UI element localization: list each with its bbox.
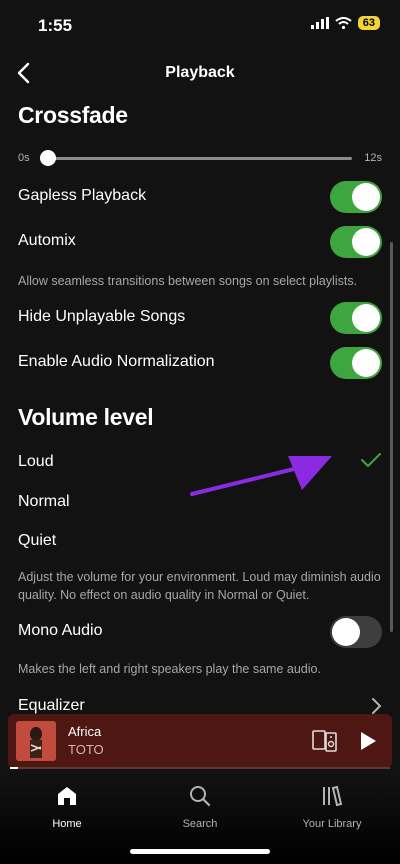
slider-max-label: 12s bbox=[364, 152, 382, 164]
toggle-knob bbox=[352, 183, 380, 211]
volume-option-label: Loud bbox=[18, 453, 54, 470]
toggle-knob bbox=[352, 304, 380, 332]
hide-unplayable-label: Hide Unplayable Songs bbox=[18, 308, 186, 325]
audio-normalization-label: Enable Audio Normalization bbox=[18, 353, 215, 370]
tab-label: Your Library bbox=[302, 818, 362, 830]
page-title: Playback bbox=[165, 64, 235, 81]
crossfade-slider: 0s 12s bbox=[18, 148, 382, 168]
devices-icon[interactable] bbox=[312, 729, 338, 753]
hide-unplayable-row: Hide Unplayable Songs bbox=[18, 302, 382, 334]
album-art bbox=[16, 721, 56, 761]
mono-audio-row: Mono Audio bbox=[18, 616, 382, 648]
status-icons: 63 bbox=[310, 16, 380, 30]
crossfade-heading: Crossfade bbox=[18, 102, 128, 128]
chevron-right-icon bbox=[372, 698, 382, 714]
tab-search[interactable]: Search bbox=[145, 784, 255, 832]
play-icon[interactable] bbox=[358, 730, 378, 752]
volume-option-label: Quiet bbox=[18, 532, 57, 549]
audio-normalization-toggle[interactable] bbox=[330, 347, 382, 379]
battery-icon: 63 bbox=[357, 16, 380, 30]
playback-progress-bar[interactable] bbox=[10, 767, 390, 769]
tab-your-library[interactable]: Your Library bbox=[277, 784, 387, 832]
tab-home[interactable]: Home bbox=[12, 784, 122, 832]
volume-description: Adjust the volume for your environment. … bbox=[18, 570, 381, 602]
signal-icon bbox=[310, 17, 329, 29]
equalizer-row[interactable]: Equalizer bbox=[18, 691, 382, 714]
mono-audio-toggle[interactable] bbox=[330, 616, 382, 648]
toggle-knob bbox=[352, 228, 380, 256]
volume-level-heading: Volume level bbox=[18, 404, 154, 430]
mini-player[interactable]: Africa TOTO bbox=[8, 714, 392, 768]
mono-audio-description: Makes the left and right speakers play t… bbox=[18, 662, 321, 676]
track-title: Africa bbox=[68, 724, 102, 739]
slider-min-label: 0s bbox=[18, 152, 30, 164]
automix-label: Automix bbox=[18, 232, 76, 249]
search-icon bbox=[190, 786, 211, 807]
gapless-playback-label: Gapless Playback bbox=[18, 187, 147, 204]
automix-row: Automix bbox=[18, 226, 382, 258]
tab-label: Search bbox=[182, 818, 218, 830]
gapless-playback-toggle[interactable] bbox=[330, 181, 382, 213]
home-icon bbox=[58, 787, 76, 805]
playback-progress-fill bbox=[10, 767, 18, 769]
nav-header: Playback bbox=[0, 50, 400, 96]
home-indicator bbox=[130, 849, 270, 854]
volume-option-quiet[interactable]: Quiet bbox=[18, 526, 382, 558]
hide-unplayable-toggle[interactable] bbox=[330, 302, 382, 334]
toggle-knob bbox=[352, 349, 380, 377]
track-artist: TOTO bbox=[68, 742, 104, 757]
album-art-figure-icon bbox=[16, 721, 56, 761]
equalizer-label: Equalizer bbox=[18, 697, 85, 714]
toggle-knob bbox=[332, 618, 360, 646]
automix-description: Allow seamless transitions between songs… bbox=[18, 274, 358, 288]
annotation-arrow-icon bbox=[190, 456, 332, 496]
crossfade-slider-track[interactable] bbox=[40, 157, 352, 160]
audio-normalization-row: Enable Audio Normalization bbox=[18, 347, 382, 379]
status-time: 1:55 bbox=[38, 16, 73, 35]
check-icon bbox=[361, 453, 381, 467]
status-bar: 1:55 63 bbox=[0, 0, 400, 50]
crossfade-slider-thumb[interactable] bbox=[40, 150, 56, 166]
volume-option-label: Normal bbox=[18, 493, 70, 510]
tab-label: Home bbox=[52, 818, 82, 830]
wifi-icon bbox=[335, 17, 352, 29]
automix-toggle[interactable] bbox=[330, 226, 382, 258]
scrollbar[interactable] bbox=[390, 242, 393, 632]
settings-list[interactable]: Crossfade 0s 12s Gapless Playback Automi… bbox=[0, 96, 400, 714]
gapless-playback-row: Gapless Playback bbox=[18, 181, 382, 213]
mono-audio-label: Mono Audio bbox=[18, 622, 103, 639]
library-icon bbox=[323, 785, 343, 807]
